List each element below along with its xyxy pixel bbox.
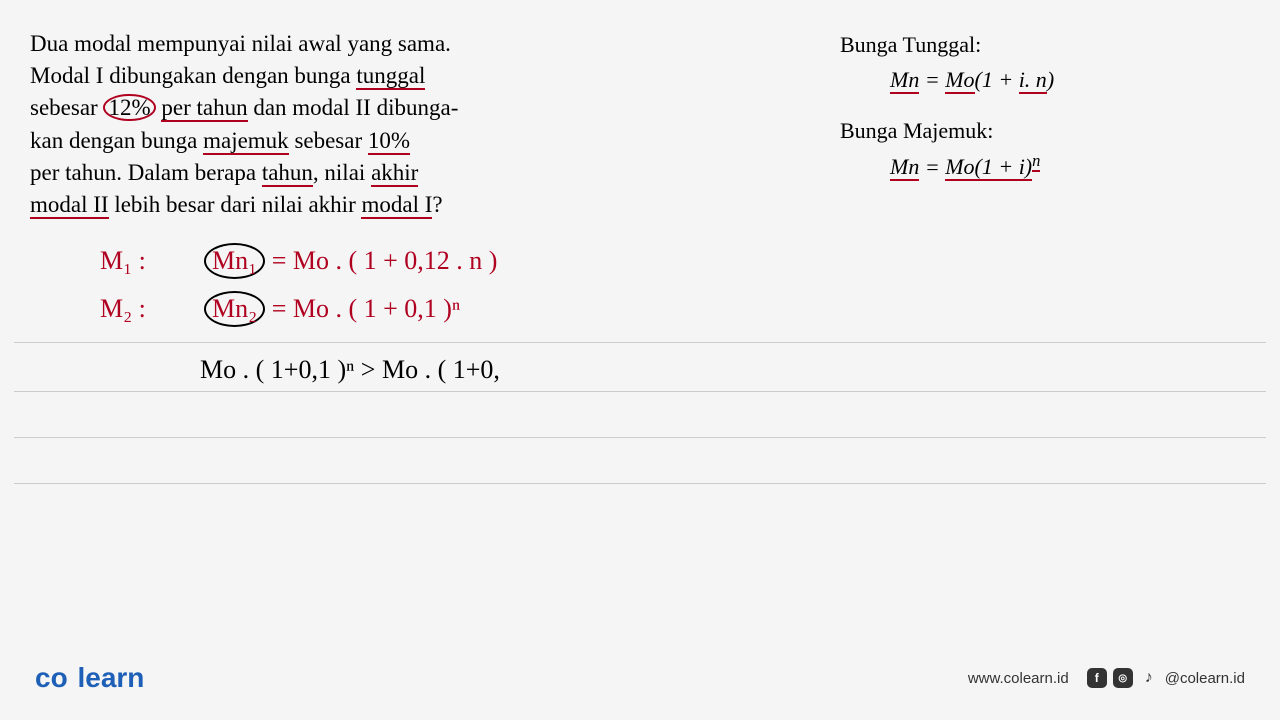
instagram-icon: ◎	[1113, 668, 1133, 688]
compound-interest-formula: Mn = Mo(1 + i)n	[840, 149, 1220, 183]
handwritten-work: M₁ : Mn₁ = Mo . ( 1 + 0,12 . n ) M₂ : Mn…	[0, 243, 1280, 327]
simple-interest-title: Bunga Tunggal:	[840, 28, 1220, 61]
logo-a: co	[35, 662, 68, 693]
footer-url: www.colearn.id	[968, 670, 1069, 687]
f1-eq: =	[919, 67, 945, 92]
q-l5e: akhir	[371, 160, 418, 187]
q-l6d: ?	[432, 192, 442, 217]
formula-panel: Bunga Tunggal: Mn = Mo(1 + i. n) Bunga M…	[840, 28, 1220, 221]
m2-expr: Mn₂ = Mo . ( 1 + 0,1 )ⁿ	[204, 291, 460, 327]
q-l5b: . Dalam berapa	[116, 160, 256, 185]
q-l5a: per tahun	[30, 160, 116, 185]
brand-logo: co learn	[35, 662, 144, 694]
f1-c: )	[1047, 67, 1054, 92]
tiktok-icon: ♪	[1139, 668, 1159, 688]
question-text: Dua modal mempunyai nilai awal yang sama…	[30, 28, 560, 221]
m2-eq: = Mo . ( 1 + 0,1 )ⁿ	[272, 294, 460, 323]
q-l6b: lebih besar dari nilai akhir	[114, 192, 355, 217]
q-l6a: modal II	[30, 192, 109, 219]
q-l5d: , nilai	[313, 160, 365, 185]
q-l6c: modal I	[361, 192, 432, 219]
m2-row: M₂ : Mn₂ = Mo . ( 1 + 0,1 )ⁿ	[100, 291, 1280, 327]
m1-row: M₁ : Mn₁ = Mo . ( 1 + 0,12 . n )	[100, 243, 1280, 279]
q-l4a: kan dengan bunga	[30, 128, 197, 153]
f2-mo: Mo	[945, 154, 974, 181]
f2-n: n	[1032, 151, 1040, 172]
m1-expr: Mn₁ = Mo . ( 1 + 0,12 . n )	[204, 243, 497, 279]
f1-b: i. n	[1019, 67, 1047, 94]
m1-label: M₁ :	[100, 246, 180, 276]
q-l3d: dan modal II dibunga-	[253, 95, 458, 120]
logo-b: learn	[77, 662, 144, 693]
q-l5c: tahun	[262, 160, 313, 187]
q-l3a: sebesar	[30, 95, 98, 120]
q-l2b: tunggal	[356, 63, 425, 90]
lined-area: Mo . ( 1+0,1 )ⁿ > Mo . ( 1+0,	[0, 342, 1280, 484]
q-l4d: 10%	[368, 128, 410, 155]
footer-bar: co learn www.colearn.id f ◎ ♪ @colearn.i…	[0, 662, 1280, 694]
f2-a: (1 + i)	[975, 154, 1033, 181]
social-handle: @colearn.id	[1165, 670, 1245, 687]
q-l2a: Modal I dibungakan dengan bunga	[30, 63, 351, 88]
content-area: Dua modal mempunyai nilai awal yang sama…	[0, 0, 1280, 221]
q-l3b: 12%	[103, 94, 155, 121]
m1-var: Mn₁	[204, 243, 265, 279]
q-l1: Dua modal mempunyai nilai awal yang sama…	[30, 31, 451, 56]
simple-interest-formula: Mn = Mo(1 + i. n)	[840, 63, 1220, 96]
m1-eq: = Mo . ( 1 + 0,12 . n )	[272, 246, 498, 275]
q-l3c: per tahun	[161, 95, 247, 122]
social-icons: f ◎ ♪ @colearn.id	[1087, 668, 1245, 688]
f1-mn: Mn	[890, 67, 919, 94]
f2-eq: =	[919, 154, 945, 179]
f1-mo: Mo	[945, 67, 974, 94]
m2-var: Mn₂	[204, 291, 265, 327]
q-l4b: majemuk	[203, 128, 289, 155]
m2-label: M₂ :	[100, 294, 180, 324]
footer-right: www.colearn.id f ◎ ♪ @colearn.id	[968, 668, 1245, 688]
f1-a: (1 +	[975, 67, 1019, 92]
f2-mn: Mn	[890, 154, 919, 181]
q-l4c: sebesar	[294, 128, 362, 153]
compound-interest-title: Bunga Majemuk:	[840, 114, 1220, 147]
inequality-row: Mo . ( 1+0,1 )ⁿ > Mo . ( 1+0,	[0, 343, 1280, 391]
facebook-icon: f	[1087, 668, 1107, 688]
